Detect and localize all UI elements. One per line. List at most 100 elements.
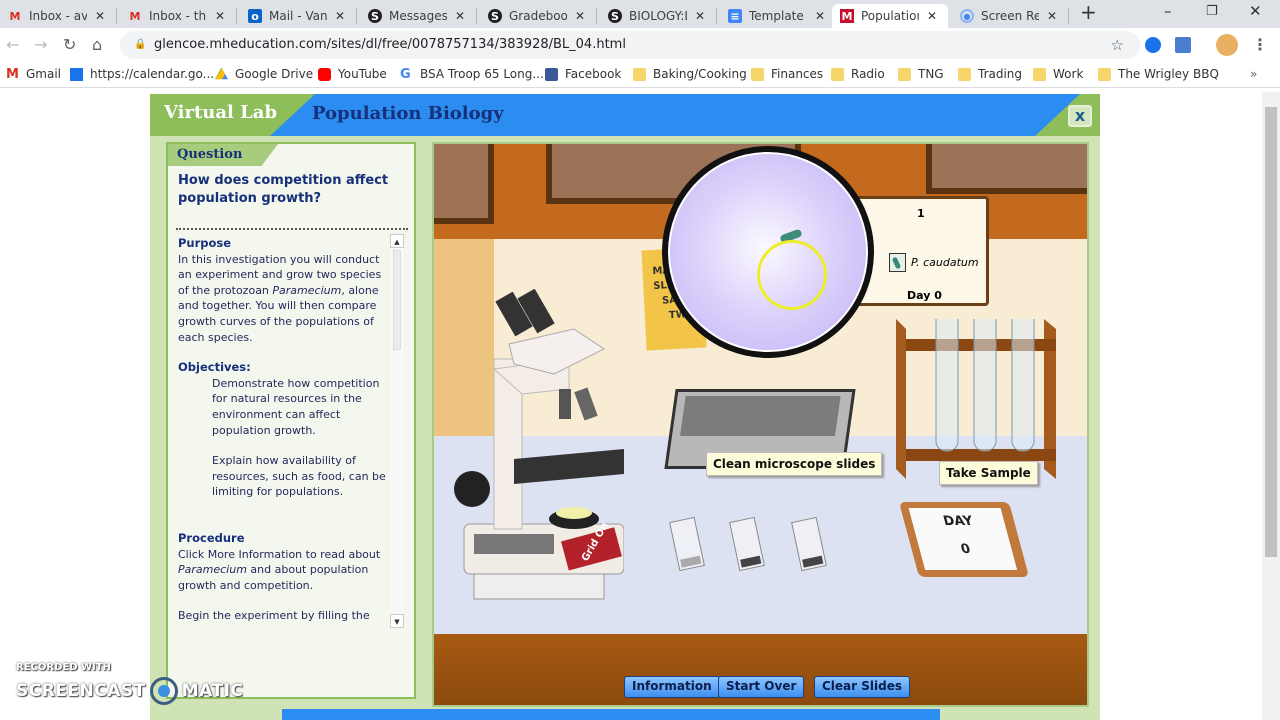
tab-separator xyxy=(356,8,357,24)
outlook-icon: o xyxy=(248,9,262,23)
test-tube-rack[interactable] xyxy=(896,319,1056,479)
screencast-watermark: RECORDED WITH SCREENCAST MATIC xyxy=(16,662,243,705)
close-tab-icon[interactable]: ✕ xyxy=(215,9,225,23)
close-tab-icon[interactable]: ✕ xyxy=(1047,9,1057,23)
day-label: DAY xyxy=(941,514,975,529)
bookmark-folder-trading[interactable]: Trading xyxy=(958,67,1022,81)
browser-tab-bar: MInbox - avd✕ MInbox - the✕ oMail - Van✕… xyxy=(0,0,1280,28)
tab-inbox-1[interactable]: MInbox - avd✕ xyxy=(0,4,106,28)
lab-title: Population Biology xyxy=(312,103,504,124)
close-tab-icon[interactable]: ✕ xyxy=(95,9,105,23)
bookmark-folder-baking[interactable]: Baking/Cooking xyxy=(633,67,747,81)
objective-2: Explain how availability of resources, s… xyxy=(212,454,386,499)
home-button[interactable]: ⌂ xyxy=(92,35,102,54)
instructions-scrollbar[interactable]: ▲ ▼ xyxy=(390,234,404,628)
divider xyxy=(176,228,408,230)
page-scrollbar[interactable] xyxy=(1262,92,1280,720)
bookmark-facebook[interactable]: Facebook xyxy=(545,67,621,81)
page-scroll-thumb[interactable] xyxy=(1265,107,1277,557)
bookmarks-bar: M Gmail https://calendar.go... Google Dri… xyxy=(0,62,1280,88)
start-over-button[interactable]: Start Over xyxy=(718,676,805,698)
bookmark-folder-work[interactable]: Work xyxy=(1033,67,1083,81)
close-tab-icon[interactable]: ✕ xyxy=(575,9,585,23)
tab-screen-rec[interactable]: ●Screen Rec✕ xyxy=(952,4,1057,28)
forward-button[interactable]: → xyxy=(34,35,47,54)
scroll-up-arrow-icon[interactable]: ▲ xyxy=(390,234,404,248)
scroll-thumb[interactable] xyxy=(393,250,401,350)
youtube-icon xyxy=(318,67,331,81)
bookmark-folder-wrigley[interactable]: The Wrigley BBQ xyxy=(1098,67,1219,81)
tab-messages[interactable]: SMessages |✕ xyxy=(360,4,465,28)
tab-inbox-2[interactable]: MInbox - the✕ xyxy=(120,4,226,28)
clear-slides-button[interactable]: Clear Slides xyxy=(814,676,910,698)
close-tab-icon[interactable]: ✕ xyxy=(815,9,825,23)
close-tab-icon[interactable]: ✕ xyxy=(695,9,705,23)
calendar-icon xyxy=(70,67,83,81)
tab-separator xyxy=(596,8,597,24)
more-bookmarks-button[interactable]: » xyxy=(1250,67,1257,81)
day-value: 0 xyxy=(959,542,973,557)
virtual-lab: Virtual Lab Population Biology x Questio… xyxy=(150,94,1100,720)
lock-icon: 🔒 xyxy=(134,39,147,50)
facebook-icon xyxy=(545,67,558,81)
procedure-text-continued: Begin the experiment by filling the xyxy=(178,609,370,623)
lab-footer-strip xyxy=(282,709,940,720)
bookmark-youtube[interactable]: YouTube xyxy=(318,67,387,81)
bookmark-calendar[interactable]: https://calendar.go... xyxy=(70,67,214,81)
day-board: DAY 0 xyxy=(898,502,1030,577)
cabinet xyxy=(434,144,494,224)
procedure-text: Click More Information to read about Par… xyxy=(178,547,381,592)
schoology-icon: S xyxy=(488,9,502,23)
lab-scene: MA SLI SA TW 1 P. caudatum Day 0 Grid On xyxy=(432,142,1089,707)
objectives-heading: Objectives: xyxy=(178,360,251,375)
url-bar[interactable]: 🔒 glencoe.mheducation.com/sites/dl/free/… xyxy=(120,31,1140,59)
menu-icon[interactable]: ⋮ xyxy=(1252,35,1268,54)
close-tab-icon[interactable]: ✕ xyxy=(455,9,465,23)
close-lab-button[interactable]: x xyxy=(1068,105,1092,127)
bookmark-folder-tng[interactable]: TNG xyxy=(898,67,944,81)
tab-separator xyxy=(1068,8,1069,24)
translate-extension-icon[interactable] xyxy=(1175,37,1191,53)
new-tab-button[interactable]: + xyxy=(1080,0,1097,24)
reload-button[interactable]: ↻ xyxy=(63,35,76,54)
bookmark-star-icon[interactable]: ☆ xyxy=(1111,31,1124,59)
tab-population-active[interactable]: M Population ✕ xyxy=(832,4,948,28)
information-button[interactable]: Information xyxy=(624,676,720,698)
google-icon: G xyxy=(400,66,411,82)
tab-mail[interactable]: o Mail - Van ✕ xyxy=(240,4,345,28)
close-tab-icon[interactable]: ✕ xyxy=(335,9,345,23)
microscope[interactable]: Grid On xyxy=(454,289,624,604)
bookmark-bsa[interactable]: G BSA Troop 65 Long... xyxy=(400,67,544,81)
docs-icon: ≡ xyxy=(728,9,742,23)
objective-1: Demonstrate how competition for natural … xyxy=(212,376,380,437)
back-button[interactable]: ← xyxy=(6,35,19,54)
bookmark-drive[interactable]: Google Drive xyxy=(215,67,313,81)
cabinet xyxy=(926,144,1087,194)
bookmark-folder-finances[interactable]: Finances xyxy=(751,67,823,81)
close-window-button[interactable]: ✕ xyxy=(1249,2,1262,20)
tab-gradebook[interactable]: SGradebook✕ xyxy=(480,4,585,28)
folder-icon xyxy=(958,67,971,81)
folder-icon xyxy=(831,67,844,81)
restore-button[interactable]: ❐ xyxy=(1206,4,1218,19)
schoology-icon: S xyxy=(368,9,382,23)
paramecium-icon xyxy=(889,253,906,272)
close-tab-icon[interactable]: ✕ xyxy=(927,9,937,23)
tab-biology[interactable]: S BIOLOGY:L ✕ xyxy=(600,4,705,28)
folder-icon xyxy=(1098,67,1111,81)
extension-icon[interactable] xyxy=(1145,37,1161,53)
bookmark-folder-radio[interactable]: Radio xyxy=(831,67,885,81)
minimize-button[interactable]: – xyxy=(1164,2,1172,20)
screencast-icon: ● xyxy=(960,9,974,23)
screencast-logo-icon xyxy=(149,677,178,705)
tab-template[interactable]: ≡ Template - ✕ xyxy=(720,4,825,28)
profile-avatar[interactable] xyxy=(1216,34,1238,56)
instructions-scroll-area[interactable]: Purpose In this investigation you will c… xyxy=(178,236,388,626)
schoology-icon: S xyxy=(608,9,622,23)
question-panel: Question How does competition affect pop… xyxy=(166,142,416,699)
folder-icon xyxy=(1033,67,1046,81)
scroll-down-arrow-icon[interactable]: ▼ xyxy=(390,614,404,628)
procedure-heading: Procedure xyxy=(178,530,245,545)
bookmark-gmail[interactable]: M Gmail xyxy=(6,67,61,81)
take-sample-tooltip: Take Sample xyxy=(939,461,1038,485)
